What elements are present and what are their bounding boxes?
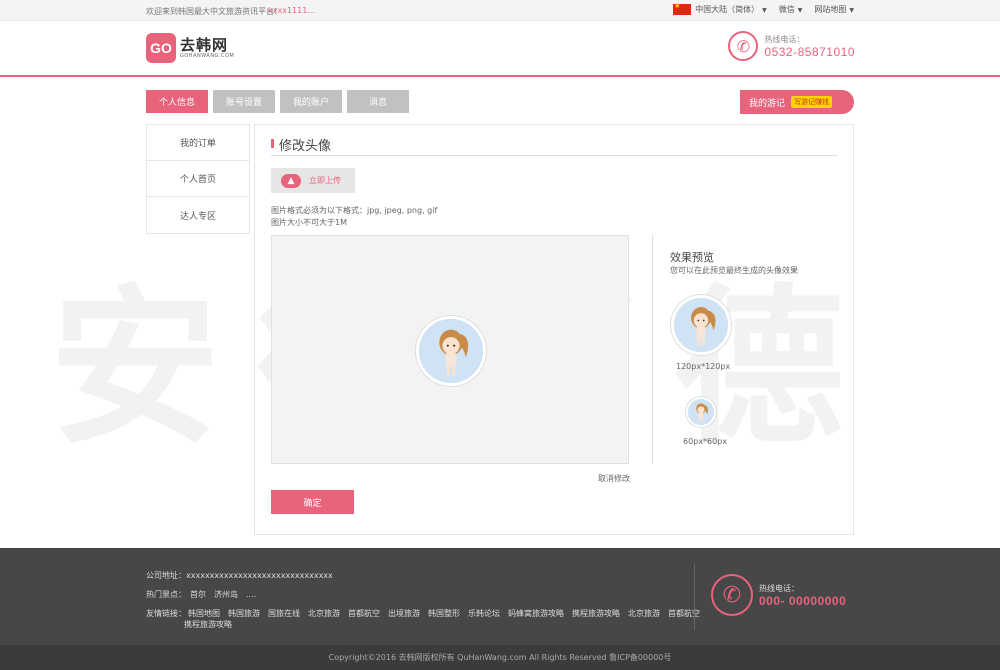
welcome-text: 欢迎来到韩国最大中文旅游资讯平台! <box>146 7 278 16</box>
sitemap-menu[interactable]: 网站地图 ▼ <box>814 4 854 15</box>
wechat-menu[interactable]: 微信 ▼ <box>779 4 803 15</box>
avatar-edit-panel: 修改头像 ▲ 立即上传 图片格式必须为以下格式：jpg, jpeg, png, … <box>254 124 854 535</box>
friend-link[interactable]: 韩国整形 <box>428 609 460 618</box>
travel-label: 我的游记 <box>749 98 786 109</box>
top-bar-right: 中国大陆（简体）▼ 微信▼ 网站地图▼ <box>673 2 854 15</box>
page-title: 修改头像 <box>271 135 838 156</box>
sidebar: 我的订单 › 个人首页 达人专区 <box>146 124 250 234</box>
girl-avatar-icon <box>688 399 714 425</box>
logo-mark: GO <box>146 33 176 63</box>
links-label: 友情链接： <box>146 609 186 618</box>
site-footer: 公司地址：xxxxxxxxxxxxxxxxxxxxxxxxxxxxxxx 热门景… <box>0 548 1000 645</box>
friend-link[interactable]: 韩国地图 <box>188 609 220 618</box>
upload-label: 立即上传 <box>309 176 341 185</box>
tab-personal-info[interactable]: 个人信息 <box>146 90 208 113</box>
hot-spot-link[interactable]: 首尔 <box>190 590 206 599</box>
region-label: 中国大陆（简体） <box>695 5 760 14</box>
friend-link[interactable]: 首都航空 <box>348 609 380 618</box>
footer-divider <box>694 564 695 630</box>
cancel-edit-link[interactable]: 取消修改 <box>598 473 630 484</box>
region-selector[interactable]: 中国大陆（简体）▼ <box>673 2 767 15</box>
avatar-preview-small <box>686 397 716 427</box>
chevron-right-icon: › <box>207 137 211 148</box>
footer-links: 友情链接： 韩国地图 韩国旅游 国旅在线 北京旅游 首都航空 出境旅游 韩国整形 乐韩论坛 蚂蜂窝… <box>146 608 708 619</box>
china-flag-icon <box>673 2 692 15</box>
large-size-label: 120px*120px <box>676 362 731 371</box>
footer-hotline-number: 000- 00000000 <box>759 593 847 608</box>
top-bar: 欢迎来到韩国最大中文旅游资讯平台! xxxx1111... 中国大陆（简体）▼ … <box>0 0 1000 21</box>
preview-subtitle: 您可以在此预览最终生成的头像效果 <box>670 266 798 275</box>
caret-down-icon: ▼ <box>762 7 767 14</box>
hotline-label: 热线电话： <box>764 34 805 44</box>
crop-area[interactable] <box>271 235 629 464</box>
address-value: xxxxxxxxxxxxxxxxxxxxxxxxxxxxxxx <box>186 571 333 580</box>
cloud-upload-icon: ▲ <box>281 173 301 188</box>
hotline-number: 0532-85871010 <box>764 44 855 59</box>
confirm-button[interactable]: 确定 <box>271 490 354 514</box>
sidebar-item-label: 个人首页 <box>179 175 216 185</box>
caret-down-icon: ▼ <box>849 7 854 14</box>
logo-chinese-name: 去韩网 <box>180 36 229 54</box>
preview-title: 效果预览 <box>670 251 714 264</box>
sidebar-item-orders[interactable]: 我的订单 › <box>147 125 249 161</box>
wechat-label: 微信 <box>778 5 795 14</box>
friend-link[interactable]: 韩国旅游 <box>228 609 260 618</box>
preview-divider <box>652 235 653 464</box>
hot-spots-label: 热门景点： <box>146 590 186 599</box>
upload-button[interactable]: ▲ 立即上传 <box>271 168 355 193</box>
my-travel-notes-button[interactable]: 我的游记 写游记赚钱 <box>740 90 854 114</box>
friend-link[interactable]: 国旅在线 <box>268 609 300 618</box>
header-hotline: ✆ 热线电话： 0532-85871010 <box>728 31 855 61</box>
friend-link[interactable]: 携程旅游攻略 <box>572 609 620 618</box>
tab-account-settings[interactable]: 账号设置 <box>213 90 275 113</box>
friend-link[interactable]: 蚂蜂窝旅游攻略 <box>508 609 564 618</box>
footer-address: 公司地址：xxxxxxxxxxxxxxxxxxxxxxxxxxxxxxx <box>146 570 333 581</box>
small-size-label: 60px*60px <box>683 437 727 446</box>
friend-link[interactable]: 乐韩论坛 <box>468 609 500 618</box>
copyright-bar: Copyright©2016 去韩网版权所有 QuHanWang.com All… <box>0 645 1000 670</box>
footer-hot-spots: 热门景点： 首尔 济州岛.... <box>146 589 264 600</box>
friend-link[interactable]: 出境旅游 <box>388 609 420 618</box>
friend-link[interactable]: 携程旅游攻略 <box>184 619 232 630</box>
account-tabs: 个人信息 账号设置 我的账户 消息 <box>146 90 409 113</box>
sitemap-label: 网站地图 <box>814 5 847 14</box>
phone-icon: ✆ <box>711 574 753 616</box>
girl-avatar-icon <box>674 298 728 352</box>
phone-icon: ✆ <box>728 31 759 61</box>
footer-hotline: ✆ 热线电话： 000- 00000000 <box>711 574 846 616</box>
site-logo[interactable]: GO 去韩网 GOHANWANG.COM <box>146 33 234 63</box>
address-label: 公司地址： <box>146 571 186 580</box>
sidebar-item-homepage[interactable]: 个人首页 <box>147 161 249 197</box>
write-notes-badge: 写游记赚钱 <box>791 96 833 108</box>
username-link[interactable]: xxxx1111... <box>268 6 315 15</box>
format-hint: 图片格式必须为以下格式：jpg, jpeg, png, gif <box>271 206 438 215</box>
logo-english-name: GOHANWANG.COM <box>180 53 235 59</box>
friend-link[interactable]: 北京旅游 <box>308 609 340 618</box>
site-header: GO 去韩网 GOHANWANG.COM ✆ 热线电话： 0532-858710… <box>0 21 1000 77</box>
hot-spot-link[interactable]: .... <box>246 590 256 599</box>
avatar-preview-large <box>671 295 731 355</box>
friend-link[interactable]: 首都航空 <box>668 609 700 618</box>
footer-hotline-label: 热线电话： <box>759 583 799 593</box>
caret-down-icon: ▼ <box>797 7 803 14</box>
girl-avatar-icon <box>419 319 483 383</box>
avatar-crop-image[interactable] <box>416 316 486 386</box>
hot-spot-link[interactable]: 济州岛 <box>214 590 238 599</box>
friend-link[interactable]: 北京旅游 <box>628 609 660 618</box>
size-hint: 图片大小不可大于1M <box>271 218 347 227</box>
tab-messages[interactable]: 消息 <box>347 90 409 113</box>
sidebar-item-label: 达人专区 <box>179 211 216 222</box>
sidebar-item-expert-zone[interactable]: 达人专区 <box>147 197 249 233</box>
tab-my-account[interactable]: 我的账户 <box>280 90 342 113</box>
